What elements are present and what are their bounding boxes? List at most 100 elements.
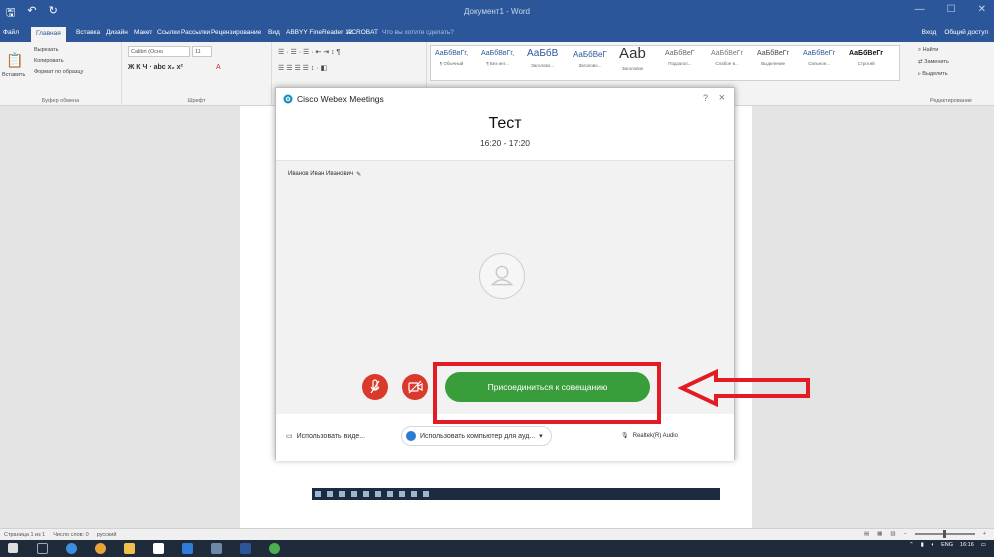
maximize-icon[interactable]: ☐ bbox=[947, 4, 956, 15]
tab-acrobat[interactable]: ACROBAT bbox=[347, 29, 378, 36]
zoom-out-icon[interactable]: − bbox=[904, 531, 907, 537]
bold-italic-underline-icons[interactable]: Ж К Ч · abc x₂ x² bbox=[128, 64, 183, 71]
signin-link[interactable]: Вход bbox=[922, 29, 937, 36]
tab-layout[interactable]: Макет bbox=[134, 29, 152, 36]
tab-design[interactable]: Дизайн bbox=[106, 29, 128, 36]
calculator-icon[interactable] bbox=[211, 543, 222, 554]
word-taskbar-icon[interactable] bbox=[240, 543, 251, 554]
page-count[interactable]: Страница 1 из 1 bbox=[4, 532, 45, 538]
style-heading1[interactable]: АаБбВ Заголово... bbox=[527, 48, 558, 68]
chrome-icon[interactable] bbox=[95, 543, 106, 554]
mute-microphone-button[interactable] bbox=[362, 374, 388, 400]
account-area: Вход Общий доступ bbox=[922, 29, 988, 36]
video-system-icon: ▭ bbox=[286, 433, 293, 440]
align-icons[interactable]: ☰ ☰ ☰ ☰ ↕ · ◧ bbox=[278, 64, 327, 72]
list-icons[interactable]: ☰ · ☰ · ☰ · ⇤ ⇥ ↕ ¶ bbox=[278, 48, 340, 56]
zoom-in-icon[interactable]: + bbox=[983, 531, 986, 537]
style-subtitle[interactable]: АаБбВеГ Подзагол... bbox=[665, 50, 695, 66]
find-button[interactable]: ⌕ Найти bbox=[918, 47, 938, 54]
tray-chevron-icon[interactable]: ⌃ bbox=[909, 542, 914, 548]
file-explorer-icon[interactable] bbox=[124, 543, 135, 554]
webex-taskbar-icon[interactable] bbox=[269, 543, 280, 554]
meeting-title: Тест bbox=[488, 115, 522, 132]
style-emphasis[interactable]: АаБбВеГг Выделение bbox=[757, 50, 789, 66]
editing-group-label: Редактирование bbox=[930, 98, 972, 104]
close-window-icon[interactable]: ✕ bbox=[978, 4, 986, 15]
tell-me-box[interactable]: Что вы хотите сделать? bbox=[382, 29, 454, 36]
font-name-box[interactable]: Calibri (Осно bbox=[128, 46, 190, 57]
style-strong[interactable]: АаБбВеГг Строгий bbox=[849, 50, 883, 66]
share-button[interactable]: Общий доступ bbox=[944, 29, 988, 36]
task-view-icon[interactable] bbox=[37, 543, 48, 554]
tab-insert[interactable]: Вставка bbox=[76, 29, 100, 36]
edge-icon[interactable] bbox=[66, 543, 77, 554]
mail-icon[interactable] bbox=[182, 543, 193, 554]
word-count[interactable]: Число слов: 0 bbox=[53, 532, 88, 538]
font-group-label: Шрифт bbox=[187, 98, 206, 104]
avatar-icon bbox=[479, 253, 525, 299]
tab-home[interactable]: Главная bbox=[31, 27, 66, 42]
read-mode-icon[interactable]: ▤ bbox=[864, 531, 869, 537]
notifications-icon[interactable]: ▭ bbox=[981, 542, 986, 548]
zoom-slider[interactable] bbox=[914, 530, 975, 538]
start-icon[interactable] bbox=[8, 543, 18, 553]
input-language[interactable]: ENG bbox=[941, 542, 953, 548]
audio-option-dropdown[interactable]: Использовать компьютер для ауд... ▾ bbox=[401, 426, 552, 446]
tab-view[interactable]: Вид bbox=[268, 29, 280, 36]
document-title: Документ1 - Word bbox=[463, 7, 530, 16]
audio-device[interactable]: 🎙 Realtek(R) Audio bbox=[621, 432, 678, 440]
clipboard-group-label: Буфер обмена bbox=[41, 98, 80, 104]
computer-audio-icon bbox=[406, 431, 416, 441]
style-no-spacing[interactable]: АаБбВвГг, ¶ Без инт... bbox=[481, 50, 514, 66]
editing-group: ⌕ Найти ⇄ Заменить ▹ Выделить Редактиров… bbox=[908, 42, 994, 106]
font-size-box[interactable]: 11 bbox=[192, 46, 212, 57]
stop-video-button[interactable] bbox=[402, 374, 428, 400]
language-indicator[interactable]: русский bbox=[97, 532, 117, 538]
style-subtle-emphasis[interactable]: АаБбВеГг Слабое в... bbox=[711, 50, 743, 66]
style-normal[interactable]: АаБбВвГг, ¶ Обычный bbox=[435, 50, 468, 66]
status-bar: Страница 1 из 1 Число слов: 0 русский ▤ … bbox=[0, 528, 994, 540]
store-icon[interactable] bbox=[153, 543, 164, 554]
format-painter-button[interactable]: Формат по образцу bbox=[34, 69, 83, 75]
font-color-icon[interactable]: A bbox=[216, 64, 221, 71]
tab-references[interactable]: Ссылки bbox=[157, 29, 180, 36]
ribbon-tabs: Файл Главная Вставка Дизайн Макет Ссылки… bbox=[0, 26, 994, 42]
print-layout-icon[interactable]: ▦ bbox=[877, 531, 882, 537]
font-group: Calibri (Осно 11 Ж К Ч · abc x₂ x² A Шри… bbox=[122, 42, 272, 106]
system-tray: ⌃ ▮ ◖ ENG 16:16 ▭ bbox=[909, 542, 986, 548]
tab-review[interactable]: Рецензирование bbox=[211, 29, 261, 36]
clock[interactable]: 16:16 bbox=[960, 542, 974, 548]
cut-button[interactable]: Вырезать bbox=[34, 47, 58, 53]
style-heading2[interactable]: АаБбВеГ Заголово... bbox=[573, 50, 607, 68]
copy-button[interactable]: Копировать bbox=[34, 58, 64, 64]
paste-button[interactable]: Вставить bbox=[2, 72, 25, 78]
tab-abbyy[interactable]: ABBYY FineReader 12 bbox=[286, 29, 352, 36]
edit-name-icon[interactable]: ✎ bbox=[356, 171, 361, 178]
tab-mailings[interactable]: Рассылки bbox=[181, 29, 210, 36]
window-controls: — ☐ ✕ bbox=[915, 4, 986, 15]
video-option[interactable]: ▭ Использовать виде... bbox=[286, 432, 365, 441]
style-title[interactable]: Ааb Заголовок bbox=[619, 45, 646, 71]
styles-gallery: АаБбВвГг, ¶ Обычный АаБбВвГг, ¶ Без инт...… bbox=[430, 45, 900, 81]
word-title-bar: 🖫 ↶ ↻ Документ1 - Word — ☐ ✕ bbox=[0, 0, 994, 26]
highlight-box bbox=[433, 362, 661, 424]
windows-taskbar: ⌃ ▮ ◖ ENG 16:16 ▭ bbox=[0, 540, 994, 557]
embedded-screenshot-taskbar bbox=[312, 488, 720, 500]
paste-icon[interactable]: 📋 bbox=[6, 52, 23, 69]
annotation-arrow-icon bbox=[678, 368, 810, 408]
network-icon[interactable]: ▮ bbox=[921, 542, 924, 548]
user-name: Иванов Иван Иванович bbox=[288, 171, 354, 177]
style-intense-emphasis[interactable]: АаБбВеГг Сильное... bbox=[803, 50, 835, 66]
close-icon[interactable]: × bbox=[719, 92, 725, 104]
replace-button[interactable]: ⇄ Заменить bbox=[918, 59, 949, 65]
webex-logo-icon bbox=[283, 94, 293, 104]
meeting-time: 16:20 - 17:20 bbox=[479, 138, 531, 148]
clipboard-group: 📋 Вставить Вырезать Копировать Формат по… bbox=[0, 42, 122, 106]
volume-icon[interactable]: ◖ bbox=[931, 542, 934, 548]
web-layout-icon[interactable]: ▥ bbox=[890, 531, 895, 537]
tab-file[interactable]: Файл bbox=[3, 29, 19, 36]
select-button[interactable]: ▹ Выделить bbox=[918, 71, 948, 77]
help-icon[interactable]: ? bbox=[703, 93, 708, 103]
minimize-icon[interactable]: — bbox=[915, 4, 925, 15]
user-name-row: Иванов Иван Иванович ✎ bbox=[288, 171, 361, 178]
